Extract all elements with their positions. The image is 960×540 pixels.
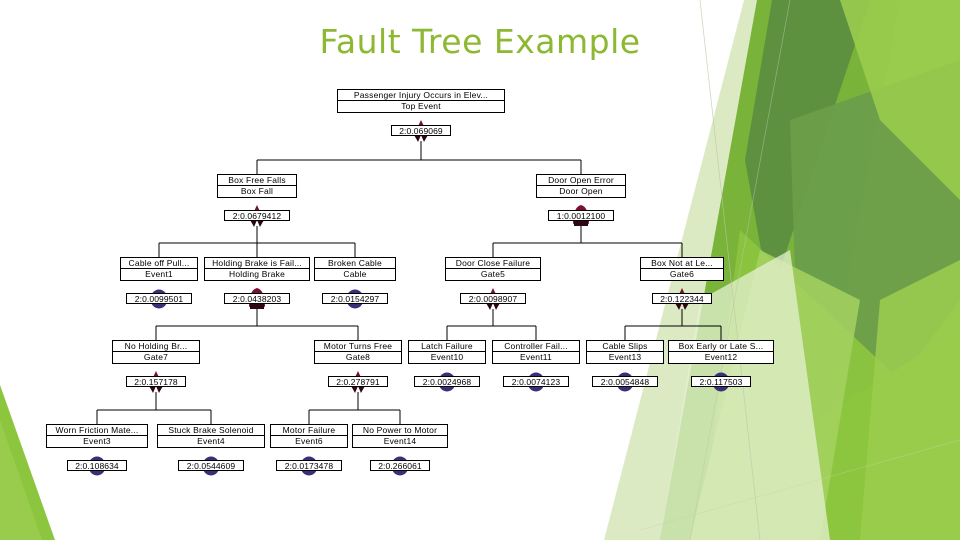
- tree-node-gate5[interactable]: Door Close Failure Gate5: [445, 257, 541, 281]
- tree-node-name: Event3: [83, 436, 111, 447]
- tree-node-name: Holding Brake: [229, 269, 285, 280]
- tree-node-probability-gate8: 2:0.278791: [328, 376, 388, 387]
- tree-node-event14[interactable]: No Power to Motor Event14: [352, 424, 448, 448]
- tree-node-title: Controller Fail...: [493, 341, 579, 352]
- slide-canvas: Fault Tree Example Passenger Injury Occu…: [0, 0, 960, 540]
- tree-node-probability-event10: 2:0.0024968: [414, 376, 480, 387]
- tree-node-probability-event3: 2:0.108634: [67, 460, 127, 471]
- tree-node-title: Worn Friction Mate...: [47, 425, 147, 436]
- tree-node-title: Box Free Falls: [218, 175, 296, 186]
- tree-node-top[interactable]: Passenger Injury Occurs in Elev... Top Ev…: [337, 89, 505, 113]
- tree-node-gate7[interactable]: No Holding Br... Gate7: [112, 340, 200, 364]
- tree-node-event13[interactable]: Cable Slips Event13: [586, 340, 664, 364]
- tree-node-name: Event4: [197, 436, 225, 447]
- tree-node-title: Latch Failure: [409, 341, 485, 352]
- tree-node-probability-event14: 2:0.266061: [370, 460, 430, 471]
- tree-node-title: Stuck Brake Solenoid: [158, 425, 264, 436]
- tree-node-probability-event4: 2:0.0544609: [178, 460, 244, 471]
- tree-node-probability-boxfall: 2:0.0679412: [224, 210, 290, 221]
- tree-node-probability-event1: 2:0.0099501: [126, 293, 192, 304]
- tree-node-event1[interactable]: Cable off Pull... Event1: [120, 257, 198, 281]
- tree-node-probability-gate7: 2:0.157178: [126, 376, 186, 387]
- tree-node-title: Door Close Failure: [446, 258, 540, 269]
- tree-node-holdingbrake[interactable]: Holding Brake is Fail... Holding Brake: [204, 257, 310, 281]
- tree-node-event10[interactable]: Latch Failure Event10: [408, 340, 486, 364]
- tree-node-name: Event10: [430, 352, 464, 363]
- tree-node-title: No Power to Motor: [353, 425, 447, 436]
- tree-node-probability-gate5: 2:0.0098907: [460, 293, 526, 304]
- tree-node-probability-event12: 2:0.117503: [691, 376, 751, 387]
- tree-node-name: Door Open: [559, 186, 603, 197]
- tree-node-event3[interactable]: Worn Friction Mate... Event3: [46, 424, 148, 448]
- tree-node-name: Gate7: [143, 352, 169, 363]
- tree-node-event6[interactable]: Motor Failure Event6: [270, 424, 348, 448]
- tree-node-title: Box Early or Late S...: [669, 341, 773, 352]
- tree-node-name: Box Fall: [240, 186, 274, 197]
- tree-node-title: No Holding Br...: [113, 341, 199, 352]
- tree-node-title: Passenger Injury Occurs in Elev...: [338, 90, 504, 101]
- tree-node-gate6[interactable]: Box Not at Le... Gate6: [640, 257, 724, 281]
- tree-node-name: Cable: [343, 269, 367, 280]
- tree-node-probability-event6: 2:0.0173478: [276, 460, 342, 471]
- tree-node-name: Event1: [145, 269, 173, 280]
- tree-node-probability-gate6: 2:0.122344: [652, 293, 712, 304]
- tree-node-dooropen[interactable]: Door Open Error Door Open: [536, 174, 626, 198]
- tree-node-title: Door Open Error: [537, 175, 625, 186]
- tree-node-probability-event13: 2:0.0054848: [592, 376, 658, 387]
- tree-node-name: Event11: [520, 352, 552, 363]
- tree-node-name: Event13: [608, 352, 642, 363]
- tree-node-boxfall[interactable]: Box Free Falls Box Fall: [217, 174, 297, 198]
- tree-node-probability-holdingbrake: 2:0.0438203: [224, 293, 290, 304]
- tree-node-gate8[interactable]: Motor Turns Free Gate8: [314, 340, 402, 364]
- tree-node-title: Broken Cable: [315, 258, 395, 269]
- tree-node-title: Cable Slips: [587, 341, 663, 352]
- tree-node-event12[interactable]: Box Early or Late S... Event12: [668, 340, 774, 364]
- tree-node-name: Event12: [704, 352, 738, 363]
- tree-node-event4[interactable]: Stuck Brake Solenoid Event4: [157, 424, 265, 448]
- tree-node-title: Cable off Pull...: [121, 258, 197, 269]
- tree-node-name: Gate6: [669, 269, 695, 280]
- fault-tree-diagram: Passenger Injury Occurs in Elev... Top Ev…: [0, 0, 960, 540]
- tree-node-title: Motor Failure: [271, 425, 347, 436]
- tree-node-probability-cable: 2:0.0154297: [322, 293, 388, 304]
- tree-node-name: Gate5: [480, 269, 506, 280]
- tree-node-event11[interactable]: Controller Fail... Event11: [492, 340, 580, 364]
- tree-node-name: Top Event: [401, 101, 441, 112]
- tree-node-probability-top: 2:0.069069: [391, 125, 451, 136]
- tree-node-name: Gate8: [345, 352, 371, 363]
- tree-node-cable[interactable]: Broken Cable Cable: [314, 257, 396, 281]
- tree-node-title: Motor Turns Free: [315, 341, 401, 352]
- tree-node-title: Box Not at Le...: [641, 258, 723, 269]
- tree-node-name: Event14: [383, 436, 417, 447]
- tree-node-probability-event11: 2:0.0074123: [503, 376, 569, 387]
- tree-node-title: Holding Brake is Fail...: [205, 258, 309, 269]
- tree-node-probability-dooropen: 1:0.0012100: [548, 210, 614, 221]
- tree-node-name: Event6: [295, 436, 323, 447]
